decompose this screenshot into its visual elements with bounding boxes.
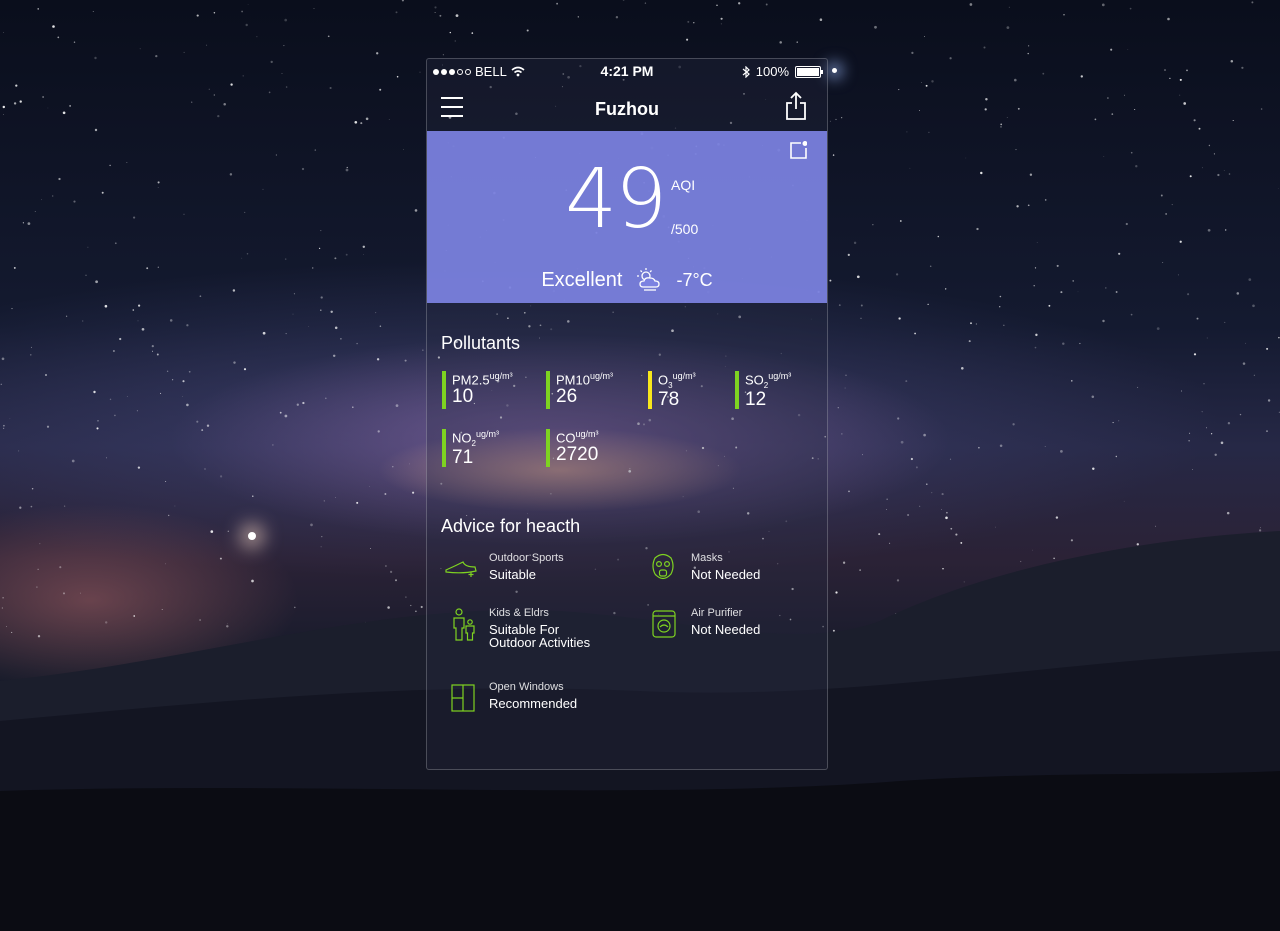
aqi-label: AQI [671,177,696,193]
bluetooth-icon [742,65,750,78]
bright-star [248,532,256,540]
pollutant-level-bar [648,371,652,409]
pollutant-value: 71 [452,446,474,468]
condition-row: Excellent -7°C [427,267,827,293]
pollutant-value: 10 [452,386,474,408]
advice-open-windows[interactable]: Open Windows Recommended [445,681,577,715]
pollutant-value: 26 [556,386,578,408]
pollutant-level-bar [442,429,446,467]
pollutant-level-bar [735,371,739,409]
advice-kids-elders[interactable]: Kids & Eldrs Suitable For Outdoor Activit… [445,607,590,649]
partly-cloudy-icon [637,268,661,291]
air-purifier-icon [652,610,676,638]
aqi-max: /500 [671,221,699,237]
pollutants-title: Pollutants [441,333,521,353]
status-bar: BELL 4:21 PM 100% [427,59,827,83]
advice-masks[interactable]: Masks Not Needed [647,552,760,586]
pollutant-no2[interactable]: NO2ug/m³ 71 [442,429,542,467]
phone-screen: BELL 4:21 PM 100% Fuzhou 49 AQI /500 Exc… [426,58,828,770]
pollutant-o3[interactable]: O3ug/m³ 78 [648,371,748,409]
window-icon [451,684,475,712]
pollutant-co[interactable]: COug/m³ 2720 [546,429,646,467]
pollutant-pm10[interactable]: PM10ug/m³ 26 [546,371,646,409]
status-right: 100% [742,64,823,79]
battery-percent: 100% [755,64,789,79]
pollutant-pm25[interactable]: PM2.5ug/m³ 10 [442,371,542,409]
pollutant-level-bar [546,429,550,467]
pollutant-value: 12 [745,388,767,410]
aqi-panel: 49 AQI /500 Excellent -7°C [427,131,827,303]
pollutant-level-bar [442,371,446,409]
air-quality-label: Excellent [541,268,623,291]
temperature: -7°C [676,269,713,290]
pollutant-level-bar [546,371,550,409]
gas-mask-icon [652,553,674,580]
advice-outdoor-sports[interactable]: Outdoor Sports Suitable [445,552,564,586]
advice-title: Advice for heacth [441,516,581,536]
advice-air-purifier[interactable]: Air Purifier Not Needed [647,607,760,641]
bright-star [832,68,837,73]
nav-bar: Fuzhou [427,83,827,131]
sneaker-icon [445,561,477,577]
family-icon [453,608,475,641]
share-icon[interactable] [785,91,807,121]
pollutant-so2[interactable]: SO2ug/m³ 12 [735,371,827,410]
pollutant-value: 2720 [556,444,599,466]
battery-icon [795,65,823,78]
notification-square-icon[interactable] [789,141,807,159]
city-title: Fuzhou [595,99,659,119]
aqi-value: 49 [565,152,667,247]
